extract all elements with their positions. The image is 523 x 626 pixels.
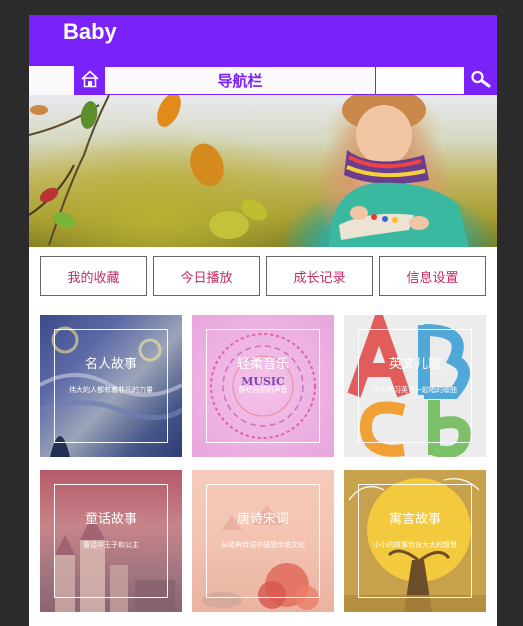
card-english-songs[interactable]: 英文儿歌 快乐学习英语一起唱的歌曲	[344, 315, 486, 457]
card-fables[interactable]: 寓言故事 小小的故事包含大大的智慧	[344, 470, 486, 612]
card-title: 名人故事	[84, 357, 137, 372]
card-subtitle: 快乐学习英语一起唱的歌曲	[373, 386, 457, 394]
card-title: 唐诗宋词	[236, 512, 289, 527]
app-header: Baby	[29, 15, 497, 66]
today-playing-button[interactable]: 今日播放	[153, 256, 260, 296]
nav-title: 导航栏	[105, 66, 376, 95]
home-icon	[80, 69, 100, 93]
hero-banner	[29, 95, 497, 247]
card-title: 轻柔音乐	[236, 357, 289, 372]
card-subtitle: 小小的故事包含大大的智慧	[373, 541, 457, 549]
info-settings-button[interactable]: 信息设置	[379, 256, 486, 296]
card-celebrity-stories[interactable]: 名人故事 伟大的人都有着非凡的力量	[40, 315, 182, 457]
card-subtitle: 伟大的人都有着非凡的力量	[69, 386, 153, 394]
card-subtitle: 从经典诗词中感受传统文化	[221, 541, 305, 549]
quick-menu: 我的收藏 今日播放 成长记录 信息设置	[40, 256, 486, 296]
growth-record-button[interactable]: 成长记录	[266, 256, 373, 296]
card-tang-poetry[interactable]: 唐诗宋词 从经典诗词中感受传统文化	[192, 470, 334, 612]
card-title: 童话故事	[84, 512, 137, 527]
card-soft-music[interactable]: MUSIC 轻柔音乐 静听自然的声音	[192, 315, 334, 457]
card-fairy-tales[interactable]: 童话故事 童话中王子和公主	[40, 470, 182, 612]
home-button[interactable]	[74, 66, 105, 95]
card-title: 寓言故事	[388, 512, 441, 527]
app-logo: Baby	[63, 19, 117, 44]
navigation-bar: 导航栏	[29, 66, 497, 95]
search-icon	[470, 70, 492, 92]
banner-illustration	[29, 95, 469, 247]
app-screen: Baby 导航栏 我的收藏 今日播放 成长记录 信息设置 名人故事 伟大的人都有…	[29, 15, 497, 626]
my-favorites-button[interactable]: 我的收藏	[40, 256, 147, 296]
search-button[interactable]	[465, 66, 497, 95]
card-title: 英文儿歌	[388, 357, 441, 372]
card-subtitle: 静听自然的声音	[238, 386, 288, 394]
card-subtitle: 童话中王子和公主	[83, 541, 139, 549]
search-input[interactable]	[376, 66, 465, 95]
